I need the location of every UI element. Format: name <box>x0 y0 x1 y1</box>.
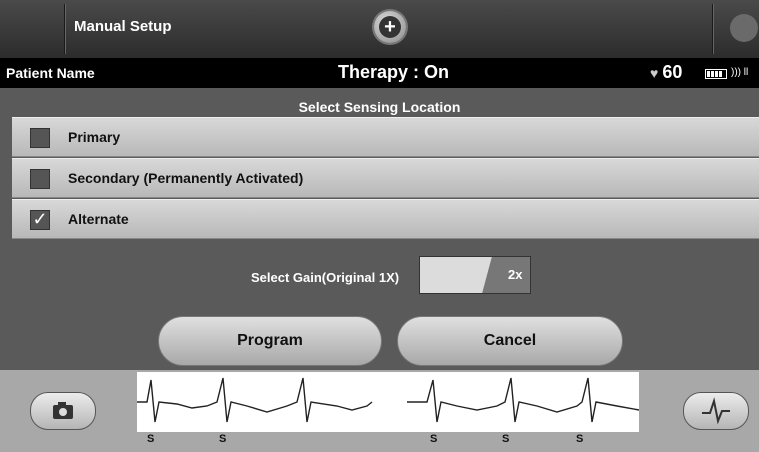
add-button[interactable]: + <box>374 11 406 43</box>
checkmark-icon: ✓ <box>32 209 48 229</box>
sense-marker: S <box>219 433 227 445</box>
sense-marker: S <box>430 433 438 445</box>
camera-icon <box>53 402 73 419</box>
page-title: Manual Setup <box>74 18 172 35</box>
ecg-trace <box>137 377 640 423</box>
ecg-button[interactable] <box>683 392 749 430</box>
heart-rate: ♥ 60 <box>650 62 682 83</box>
gain-selector[interactable]: 2x <box>419 256 531 294</box>
divider <box>64 4 65 54</box>
sensing-option-primary[interactable]: Primary <box>12 117 759 157</box>
checkbox[interactable] <box>30 128 50 148</box>
patient-status-bar: Patient Name Therapy : On ♥ 60 ))) ll <box>0 58 759 88</box>
option-label: Primary <box>68 129 121 145</box>
wand-icon[interactable] <box>730 14 758 42</box>
ecg-strip <box>137 372 640 432</box>
plus-circle-icon: + <box>379 16 401 38</box>
checkbox[interactable] <box>30 169 50 189</box>
battery-icon <box>705 69 727 79</box>
sense-marker: S <box>502 433 510 445</box>
option-label: Secondary (Permanently Activated) <box>68 170 304 186</box>
option-label: Alternate <box>68 211 129 227</box>
sensing-option-alternate[interactable]: ✓ Alternate <box>12 199 759 239</box>
gain-label: Select Gain(Original 1X) <box>251 270 400 285</box>
checkbox-checked[interactable]: ✓ <box>30 210 50 230</box>
ecg-icon <box>702 397 730 425</box>
program-button[interactable]: Program <box>158 316 382 366</box>
signal-icon: ))) ll <box>731 67 749 78</box>
divider <box>712 4 713 54</box>
therapy-status: Therapy : On <box>338 62 450 82</box>
heart-rate-value: 60 <box>662 62 683 82</box>
gain-value: 2x <box>508 267 523 282</box>
patient-name: Patient Name <box>6 65 95 81</box>
gain-fill <box>482 257 530 293</box>
sense-marker: S <box>576 433 584 445</box>
snapshot-button[interactable] <box>30 392 96 430</box>
top-bar: Manual Setup + <box>0 0 759 58</box>
cancel-button[interactable]: Cancel <box>397 316 623 366</box>
heart-icon: ♥ <box>650 65 659 81</box>
sensing-option-secondary[interactable]: Secondary (Permanently Activated) <box>12 158 759 198</box>
sense-marker: S <box>147 433 155 445</box>
section-title: Select Sensing Location <box>298 99 461 115</box>
